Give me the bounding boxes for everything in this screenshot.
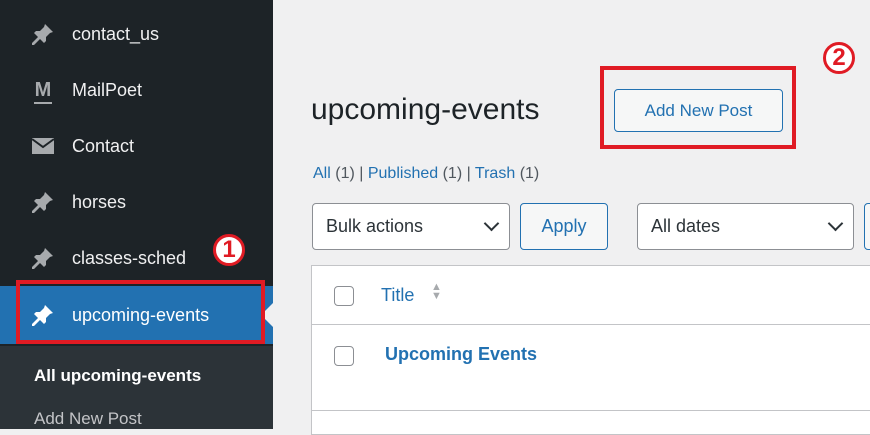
sort-icon[interactable]: ▲ ▼ bbox=[431, 282, 442, 302]
page-title: upcoming-events bbox=[311, 93, 540, 126]
filter-separator: | bbox=[466, 165, 471, 182]
chevron-down-icon bbox=[483, 215, 500, 232]
bulk-actions-value: Bulk actions bbox=[326, 216, 424, 236]
filter-all-link[interactable]: All bbox=[313, 165, 331, 182]
filter-trash-link[interactable]: Trash bbox=[475, 165, 515, 182]
sidebar-submenu: All upcoming-events Add New Post bbox=[0, 346, 273, 429]
admin-sidebar: contact_us M MailPoet Contact horses cla… bbox=[0, 0, 273, 429]
filter-published-link[interactable]: Published bbox=[368, 165, 438, 182]
chevron-down-icon bbox=[827, 215, 844, 232]
sidebar-item-label: MailPoet bbox=[72, 79, 143, 100]
bulk-actions-select[interactable]: Bulk actions bbox=[312, 203, 510, 250]
sidebar-item-contact-us[interactable]: contact_us bbox=[0, 6, 273, 62]
title-column-header[interactable]: Title bbox=[381, 285, 414, 306]
sidebar-item-label: contact_us bbox=[72, 23, 160, 44]
filter-published-count: (1) bbox=[442, 165, 463, 182]
sidebar-item-mailpoet[interactable]: M MailPoet bbox=[0, 62, 273, 118]
sidebar-item-label: horses bbox=[72, 191, 127, 212]
sidebar-item-horses[interactable]: horses bbox=[0, 174, 273, 230]
row-checkbox[interactable] bbox=[334, 346, 354, 366]
date-filter-value: All dates bbox=[651, 216, 721, 236]
table-header: Title ▲ ▼ bbox=[312, 266, 870, 325]
annotation-badge-2: 2 bbox=[823, 42, 855, 74]
submenu-add-new-post[interactable]: Add New Post bbox=[34, 409, 142, 429]
date-filter-select[interactable]: All dates bbox=[637, 203, 854, 250]
sidebar-item-label: Contact bbox=[72, 135, 135, 156]
submenu-all-upcoming-events[interactable]: All upcoming-events bbox=[34, 366, 201, 386]
annotation-badge-1: 1 bbox=[213, 234, 245, 266]
status-filter-links: All (1) | Published (1) | Trash (1) bbox=[313, 165, 539, 183]
pin-icon bbox=[30, 189, 56, 215]
sidebar-item-contact[interactable]: Contact bbox=[0, 118, 273, 174]
filter-button[interactable] bbox=[864, 203, 870, 250]
sidebar-item-label: classes-sched bbox=[72, 247, 187, 268]
pin-icon bbox=[30, 21, 56, 47]
post-title-link[interactable]: Upcoming Events bbox=[385, 344, 537, 365]
select-all-checkbox[interactable] bbox=[334, 286, 354, 306]
mailpoet-icon: M bbox=[33, 79, 52, 104]
filter-trash-count: (1) bbox=[519, 165, 540, 182]
pin-icon bbox=[30, 245, 56, 271]
annotation-box-1 bbox=[16, 280, 265, 344]
posts-table: Title ▲ ▼ Upcoming Events bbox=[311, 265, 870, 435]
filter-separator: | bbox=[359, 165, 364, 182]
annotation-box-2 bbox=[600, 66, 796, 149]
filter-all-count: (1) bbox=[335, 165, 355, 182]
envelope-icon bbox=[30, 133, 56, 159]
row-divider bbox=[312, 410, 870, 411]
apply-button[interactable]: Apply bbox=[520, 203, 608, 250]
